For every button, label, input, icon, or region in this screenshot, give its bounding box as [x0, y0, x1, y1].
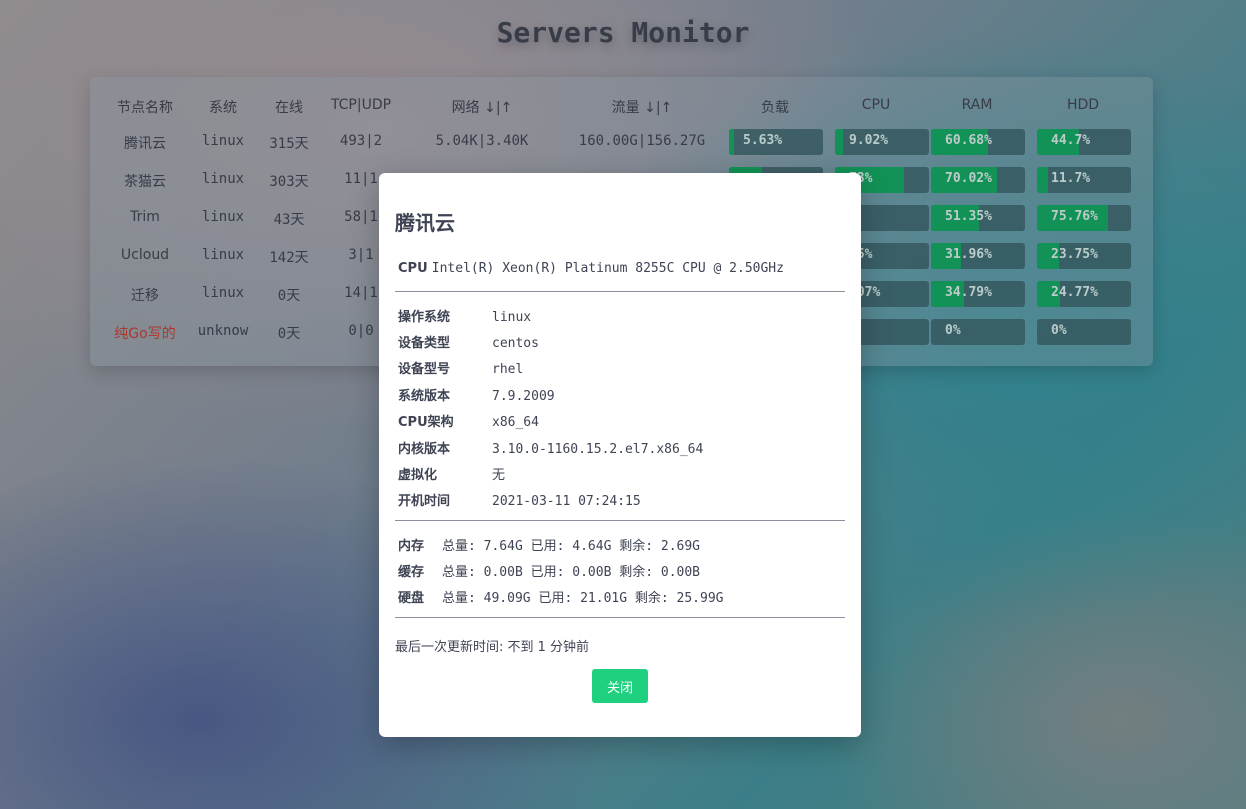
detail-value: x86_64 [492, 415, 539, 430]
detail-value: 7.9.2009 [492, 389, 555, 404]
cpu-value: Intel(R) Xeon(R) Platinum 8255C CPU @ 2.… [431, 261, 784, 276]
cache-row: 缓存 总量: 0.00B 已用: 0.00B 剩余: 0.00B [398, 561, 700, 580]
detail-row-device-model: 设备型号 rhel [398, 358, 523, 377]
detail-value: rhel [492, 362, 524, 377]
detail-row-cpu-arch: CPU架构 x86_64 [398, 411, 539, 430]
disk-row: 硬盘 总量: 49.09G 已用: 21.01G 剩余: 25.99G [398, 587, 724, 606]
memory-value: 总量: 7.64G 已用: 4.64G 剩余: 2.69G [442, 539, 701, 554]
detail-row-os: 操作系统 linux [398, 306, 531, 325]
divider [395, 617, 845, 618]
detail-value: 2021-03-11 07:24:15 [492, 494, 641, 509]
detail-row-system-version: 系统版本 7.9.2009 [398, 385, 555, 404]
detail-row-boot-time: 开机时间 2021-03-11 07:24:15 [398, 490, 641, 509]
cache-value: 总量: 0.00B 已用: 0.00B 剩余: 0.00B [442, 565, 701, 580]
cache-label: 缓存 [398, 565, 425, 580]
memory-row: 内存 总量: 7.64G 已用: 4.64G 剩余: 2.69G [398, 535, 700, 554]
divider [395, 291, 845, 292]
disk-value: 总量: 49.09G 已用: 21.01G 剩余: 25.99G [442, 591, 724, 606]
memory-label: 内存 [398, 539, 425, 554]
modal-title: 腾讯云 [395, 211, 455, 235]
detail-value: 3.10.0-1160.15.2.el7.x86_64 [492, 442, 704, 457]
detail-label: 内核版本 [398, 442, 451, 457]
detail-value: linux [492, 310, 532, 325]
detail-value: centos [492, 336, 539, 351]
last-update-text: 最后一次更新时间: 不到 1 分钟前 [395, 640, 590, 655]
detail-row-device-type: 设备类型 centos [398, 332, 539, 351]
detail-label: 设备类型 [398, 336, 451, 351]
detail-label: CPU架构 [398, 415, 454, 430]
detail-label: 操作系统 [398, 310, 451, 325]
cpu-label: CPU [398, 261, 428, 276]
detail-label: 系统版本 [398, 389, 451, 404]
detail-label: 开机时间 [398, 494, 451, 509]
detail-row-virtualization: 虚拟化 无 [398, 464, 505, 483]
divider [395, 520, 845, 521]
detail-label: 设备型号 [398, 362, 451, 377]
detail-label: 虚拟化 [398, 468, 438, 483]
close-button[interactable]: 关闭 [592, 669, 648, 703]
detail-row-kernel: 内核版本 3.10.0-1160.15.2.el7.x86_64 [398, 438, 703, 457]
server-detail-modal: 腾讯云 CPU Intel(R) Xeon(R) Platinum 8255C … [379, 173, 861, 737]
detail-value: 无 [492, 468, 506, 483]
disk-label: 硬盘 [398, 591, 425, 606]
modal-cpu-row: CPU Intel(R) Xeon(R) Platinum 8255C CPU … [398, 261, 784, 276]
